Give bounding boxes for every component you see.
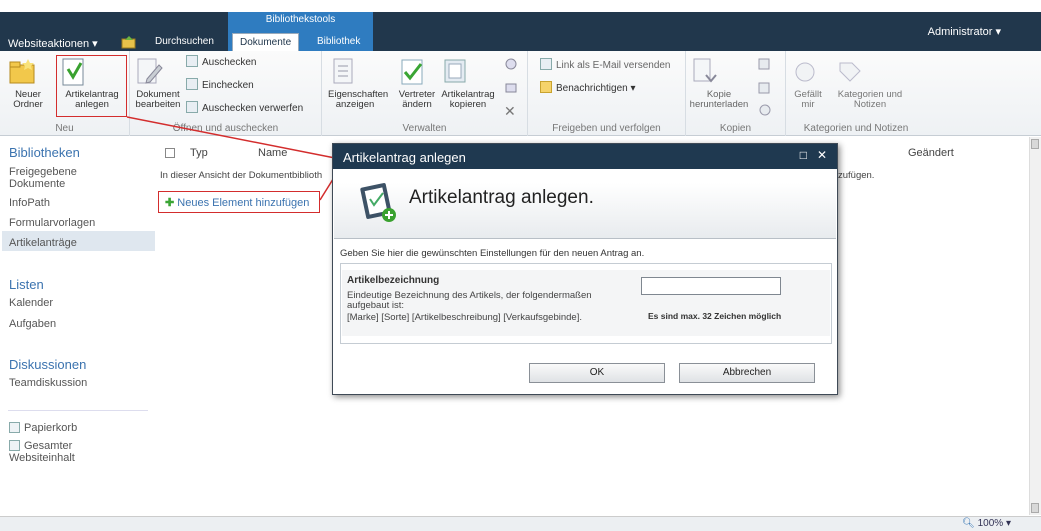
dialog-header: Artikelantrag anlegen. [334,169,836,239]
maximize-icon[interactable]: □ [800,148,807,162]
zoom-control[interactable]: 🔍︎ 100% ▾ [962,518,1011,529]
cancel-button[interactable]: Abbrechen [679,363,815,383]
form-check-icon [356,181,400,225]
dialog-heading: Artikelantrag anlegen. [409,187,594,208]
dialog-title: Artikelantrag anlegen [343,150,466,165]
settings-section: Artikelbezeichnung Eindeutige Bezeichnun… [340,263,832,344]
field-description-line: aufgebaut ist: [347,300,405,311]
dialog-title-bar: Artikelantrag anlegen □ ✕ [333,144,837,169]
field-description-line: [Marke] [Sorte] [Artikelbeschreibung] [V… [347,312,582,323]
max-length-hint: Es sind max. 32 Zeichen möglich [648,311,782,321]
artikelantrag-dialog: Artikelantrag anlegen □ ✕ Artikelantrag … [332,143,838,395]
scroll-down-arrow[interactable] [1031,503,1039,513]
zoom-icon: 🔍︎ [962,518,975,529]
scroll-up-arrow[interactable] [1031,139,1039,149]
artikelbezeichnung-input[interactable] [641,277,781,295]
ok-button[interactable]: OK [529,363,665,383]
vertical-scrollbar[interactable] [1029,137,1041,515]
dialog-instruction: Geben Sie hier die gewünschten Einstellu… [340,248,645,259]
close-icon[interactable]: ✕ [817,148,827,162]
field-label: Artikelbezeichnung [347,275,440,286]
status-bar: 🔍︎ 100% ▾ [0,516,1041,531]
